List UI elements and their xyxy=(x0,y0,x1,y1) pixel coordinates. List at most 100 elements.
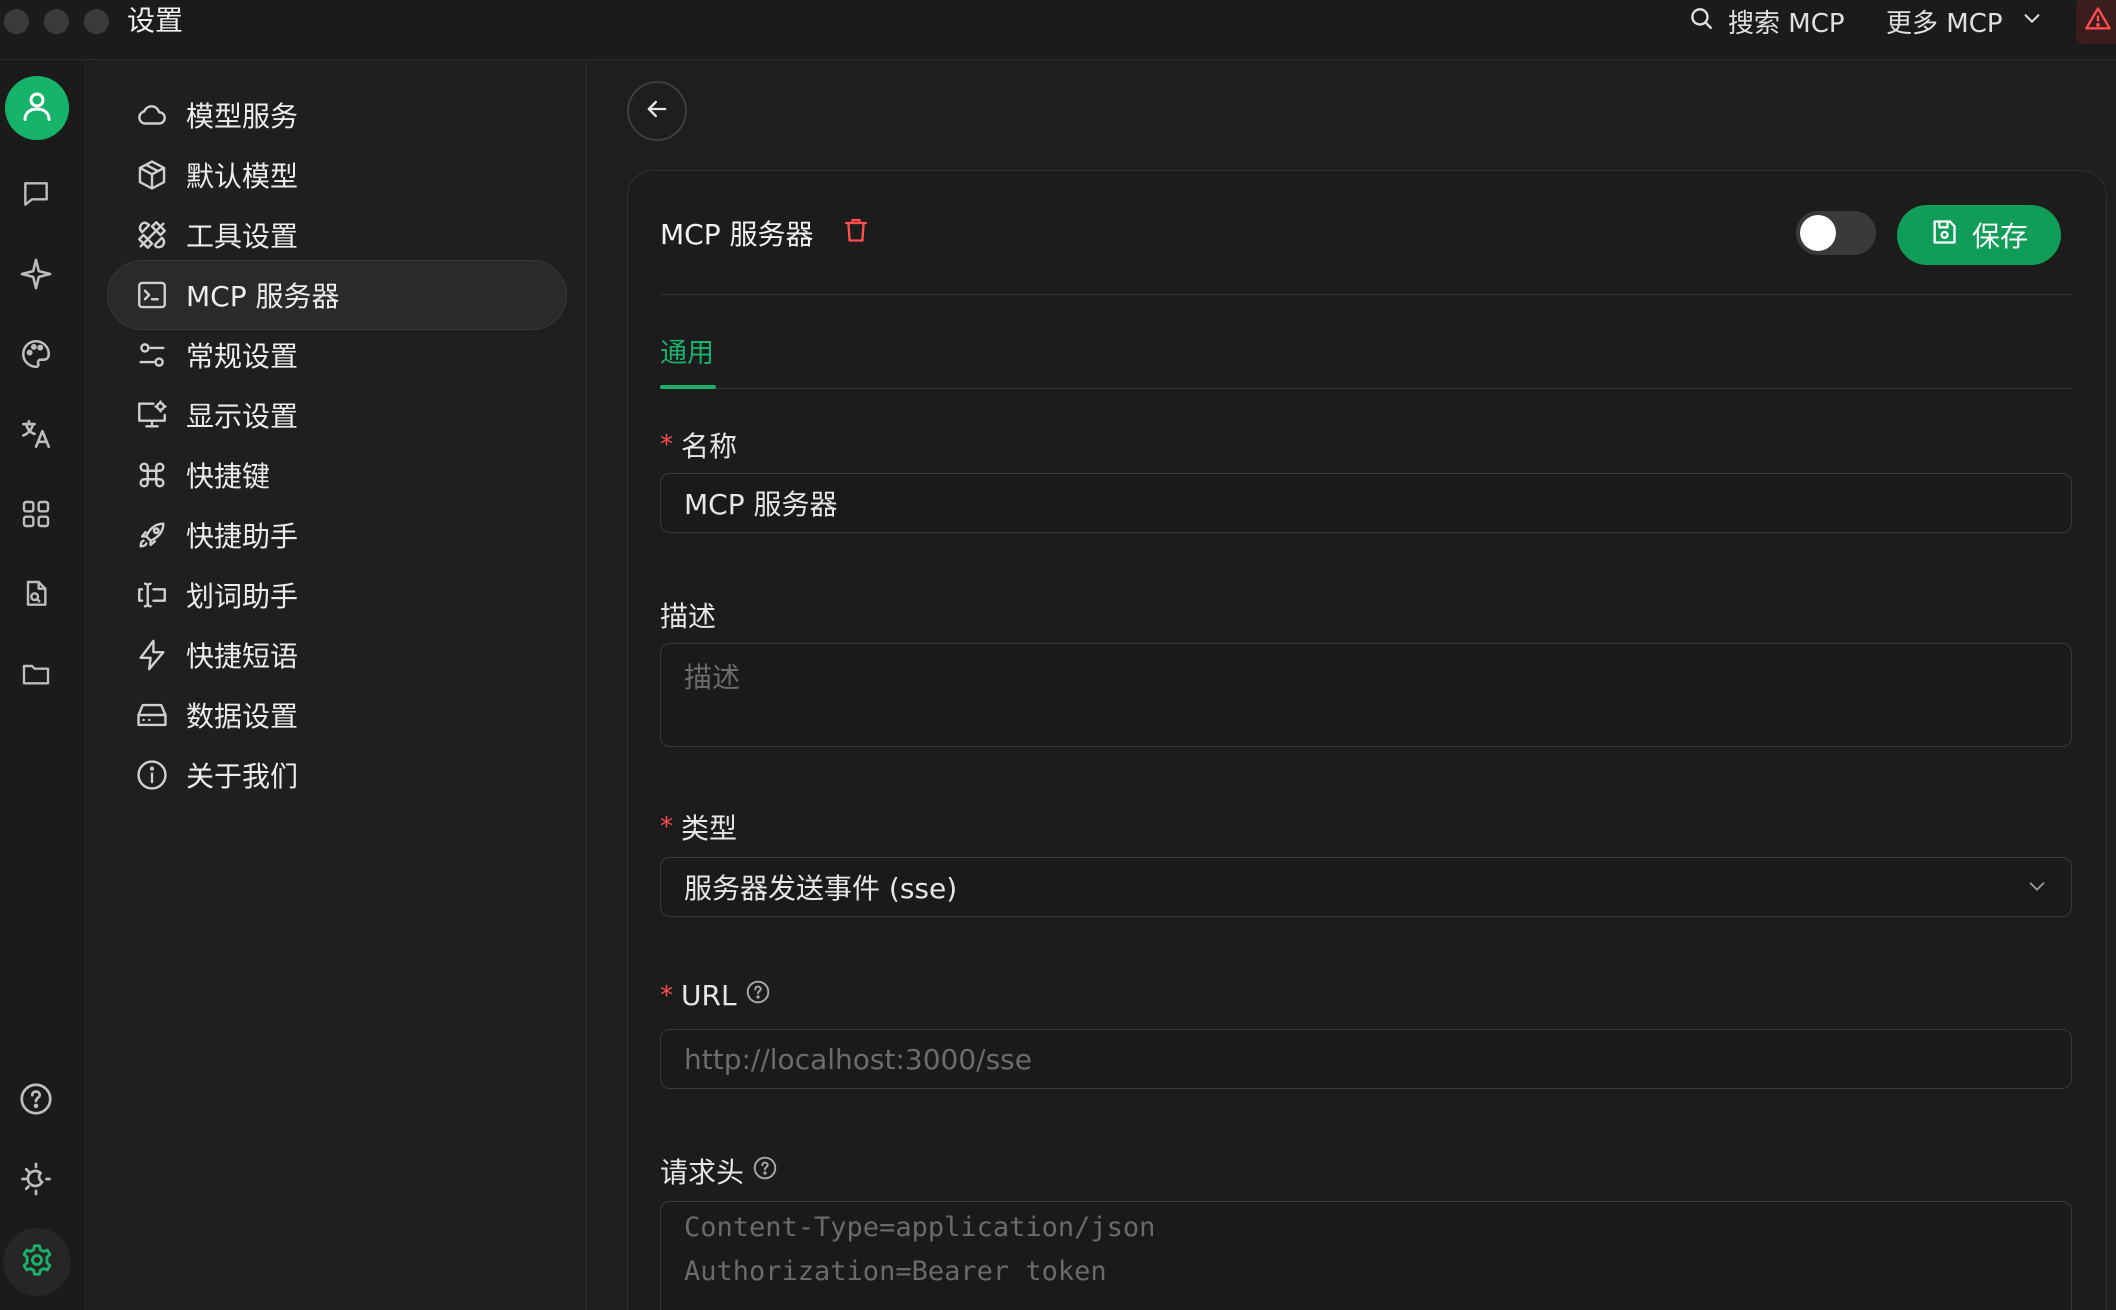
menu-item-label: 划词助手 xyxy=(186,580,299,613)
maximize-window-button[interactable] xyxy=(84,9,109,34)
delete-server-button[interactable] xyxy=(842,216,870,251)
settings-icon xyxy=(19,1242,55,1282)
rocket-icon xyxy=(134,517,170,553)
server-header: MCP 服务器 xyxy=(660,213,870,253)
folder-icon xyxy=(20,658,52,694)
name-label-text: 名称 xyxy=(681,430,738,463)
more-mcp-label: 更多 MCP xyxy=(1886,8,2003,39)
help-icon xyxy=(18,1081,54,1121)
search-mcp-label: 搜索 MCP xyxy=(1728,8,1845,39)
knowledge-button[interactable] xyxy=(14,574,58,618)
user-icon xyxy=(19,88,55,128)
description-placeholder: 描述 xyxy=(684,661,741,694)
main-panel: MCP 服务器 保存 通用 * 名称 MCP 服务器 描述 描述 * 类型 服务… xyxy=(588,60,2116,1310)
toggle-knob xyxy=(1800,215,1836,251)
description-textarea[interactable]: 描述 xyxy=(660,643,2072,747)
paintings-button[interactable] xyxy=(14,334,58,378)
save-button[interactable]: 保存 xyxy=(1897,205,2061,265)
chat-button[interactable] xyxy=(14,174,58,218)
document-search-icon xyxy=(20,578,52,614)
settings-button[interactable] xyxy=(3,1228,71,1296)
avatar[interactable] xyxy=(5,76,69,140)
menu-item-label: 快捷助手 xyxy=(186,520,299,553)
menu-item-label: 显示设置 xyxy=(186,400,299,433)
chat-icon xyxy=(20,178,52,214)
save-label: 保存 xyxy=(1971,220,2028,253)
menu-item-label: MCP 服务器 xyxy=(186,280,340,313)
url-label: * URL xyxy=(660,979,771,1012)
storage-icon xyxy=(134,697,170,733)
menu-item-label: 关于我们 xyxy=(186,760,299,793)
settings-menu: 模型服务 默认模型 工具设置 MCP 服务器 常规设置 显示设置 快捷键 快捷助… xyxy=(87,60,587,1310)
name-label: * 名称 xyxy=(660,425,737,465)
back-button[interactable] xyxy=(627,81,687,141)
required-mark: * xyxy=(660,812,673,842)
agents-button[interactable] xyxy=(14,254,58,298)
translate-button[interactable] xyxy=(14,414,58,458)
more-mcp-dropdown[interactable]: 更多 MCP xyxy=(1886,2,2043,40)
menu-item-about[interactable]: 关于我们 xyxy=(107,740,567,810)
translate-icon xyxy=(19,417,53,455)
type-select-value: 服务器发送事件 (sse) xyxy=(684,872,958,905)
search-mcp-button[interactable]: 搜索 MCP xyxy=(1688,2,1845,40)
headers-placeholder-line: Content-Type=application/json xyxy=(684,1212,1156,1243)
apps-icon xyxy=(20,498,52,534)
trash-icon xyxy=(842,218,870,251)
theme-toggle-button[interactable] xyxy=(14,1159,58,1203)
menu-item-label: 快捷键 xyxy=(186,460,271,493)
type-label: * 类型 xyxy=(660,807,737,847)
menu-item-label: 常规设置 xyxy=(186,340,299,373)
files-button[interactable] xyxy=(14,654,58,698)
url-placeholder: http://localhost:3000/sse xyxy=(684,1042,1032,1076)
theme-icon xyxy=(18,1161,54,1201)
menu-item-label: 工具设置 xyxy=(186,220,299,253)
warning-button[interactable] xyxy=(2076,0,2116,44)
header-divider xyxy=(660,294,2072,295)
cube-icon xyxy=(134,157,170,193)
save-icon xyxy=(1930,218,1958,253)
monitor-settings-icon xyxy=(134,397,170,433)
minimize-window-button[interactable] xyxy=(44,9,69,34)
headers-textarea[interactable]: Content-Type=application/json Authorizat… xyxy=(660,1201,2072,1310)
command-icon xyxy=(134,457,170,493)
description-label-text: 描述 xyxy=(660,600,717,633)
info-icon xyxy=(134,757,170,793)
close-window-button[interactable] xyxy=(4,9,29,34)
menu-item-label: 模型服务 xyxy=(186,100,299,133)
icon-rail xyxy=(0,60,86,1310)
tab-general[interactable]: 通用 xyxy=(660,331,714,388)
server-title: MCP 服务器 xyxy=(660,218,814,251)
help-button[interactable] xyxy=(14,1079,58,1123)
url-help-icon[interactable] xyxy=(745,979,771,1012)
required-mark: * xyxy=(660,430,673,460)
url-input[interactable]: http://localhost:3000/sse xyxy=(660,1029,2072,1089)
window-controls xyxy=(4,9,109,34)
server-enabled-toggle[interactable] xyxy=(1796,211,1876,255)
url-label-text: URL xyxy=(681,979,737,1012)
zap-icon xyxy=(134,637,170,673)
type-label-text: 类型 xyxy=(681,812,738,845)
palette-icon xyxy=(19,337,53,375)
menu-item-label: 数据设置 xyxy=(186,700,299,733)
headers-label: 请求头 xyxy=(660,1151,778,1191)
tools-icon xyxy=(134,217,170,253)
headers-help-icon[interactable] xyxy=(752,1155,778,1188)
sparkle-icon xyxy=(19,257,53,295)
arrow-left-icon xyxy=(643,95,671,127)
required-mark: * xyxy=(660,980,673,1011)
headers-label-text: 请求头 xyxy=(660,1156,745,1189)
tab-active-indicator xyxy=(660,385,716,389)
title-bar: 设置 搜索 MCP 更多 MCP xyxy=(0,0,2116,60)
search-icon xyxy=(1688,5,1714,38)
name-input[interactable]: MCP 服务器 xyxy=(660,473,2072,533)
type-select[interactable]: 服务器发送事件 (sse) xyxy=(660,857,2072,917)
tab-bar: 通用 xyxy=(660,331,2072,389)
menu-item-label: 快捷短语 xyxy=(186,640,299,673)
chevron-down-icon xyxy=(2021,6,2043,36)
menu-item-label: 默认模型 xyxy=(186,160,299,193)
chevron-down-icon xyxy=(2026,871,2048,904)
sliders-icon xyxy=(134,337,170,373)
warning-icon xyxy=(2084,5,2112,37)
apps-button[interactable] xyxy=(14,494,58,538)
window-title: 设置 xyxy=(127,4,184,37)
